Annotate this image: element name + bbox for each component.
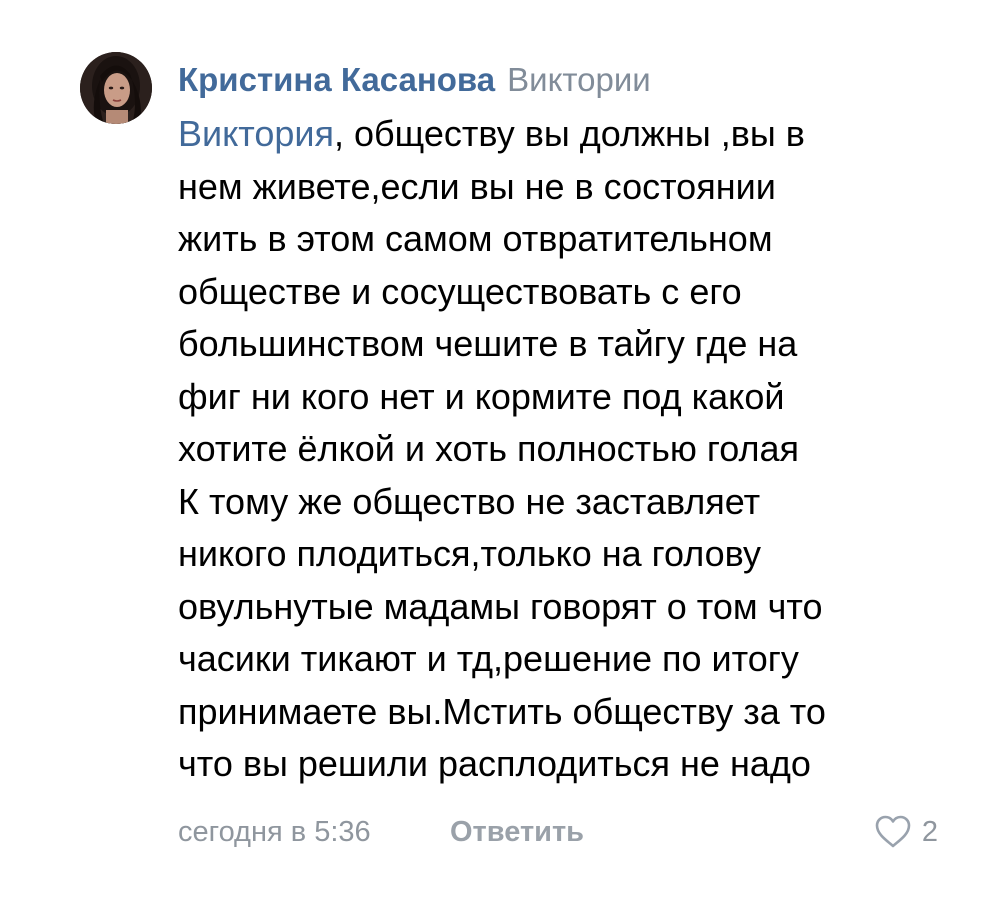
comment-body: Кристина Касанова Виктории Виктория, обще… <box>178 58 968 791</box>
comment-header: Кристина Касанова Виктории <box>178 58 968 102</box>
like-count: 2 <box>921 816 938 848</box>
comment-line: принимаете вы.Мстить обществу за то <box>178 690 826 732</box>
like-button[interactable]: 2 <box>874 810 938 854</box>
comment-line: хотите ёлкой и хоть полностью голая <box>178 428 799 469</box>
mention-link[interactable]: Виктория <box>178 113 334 154</box>
author-avatar[interactable] <box>80 52 152 124</box>
comment-line: Виктория, обществу вы должны ,вы в <box>178 108 968 161</box>
comment-footer: сегодня в 5:36 Ответить 2 <box>178 810 948 854</box>
reply-to-link[interactable]: Виктории <box>507 61 651 98</box>
comment-line: большинством чешите в тайгу где на <box>178 323 798 364</box>
comment-line: часики тикают и тд,решение по итогу <box>178 638 799 679</box>
reply-button[interactable]: Ответить <box>450 810 584 854</box>
comment-line: что вы решили расплодиться не надо <box>178 743 811 784</box>
author-name-link[interactable]: Кристина Касанова <box>178 61 495 98</box>
comment-line: жить в этом самом отвратительном <box>178 218 773 259</box>
comment-line-text: , обществу вы должны ,вы в <box>334 113 805 154</box>
avatar-photo-icon <box>80 52 152 124</box>
comment-line: К тому же общество не заставляет <box>178 480 761 522</box>
comment-timestamp[interactable]: сегодня в 5:36 <box>178 810 371 854</box>
comment-line: никого плодиться,только на голову <box>178 533 762 574</box>
comment-line: фиг ни кого нет и кормите под какой <box>178 375 785 417</box>
heart-outline-icon <box>874 815 912 849</box>
comment-text: Виктория, обществу вы должны ,вы в нем ж… <box>178 108 968 791</box>
comment-line: нем живете,если вы не в состоянии <box>178 165 776 207</box>
comment-line: обществе и сосуществовать с его <box>178 270 742 312</box>
comment-line: овульнутые мадамы говорят о том что <box>178 585 823 627</box>
